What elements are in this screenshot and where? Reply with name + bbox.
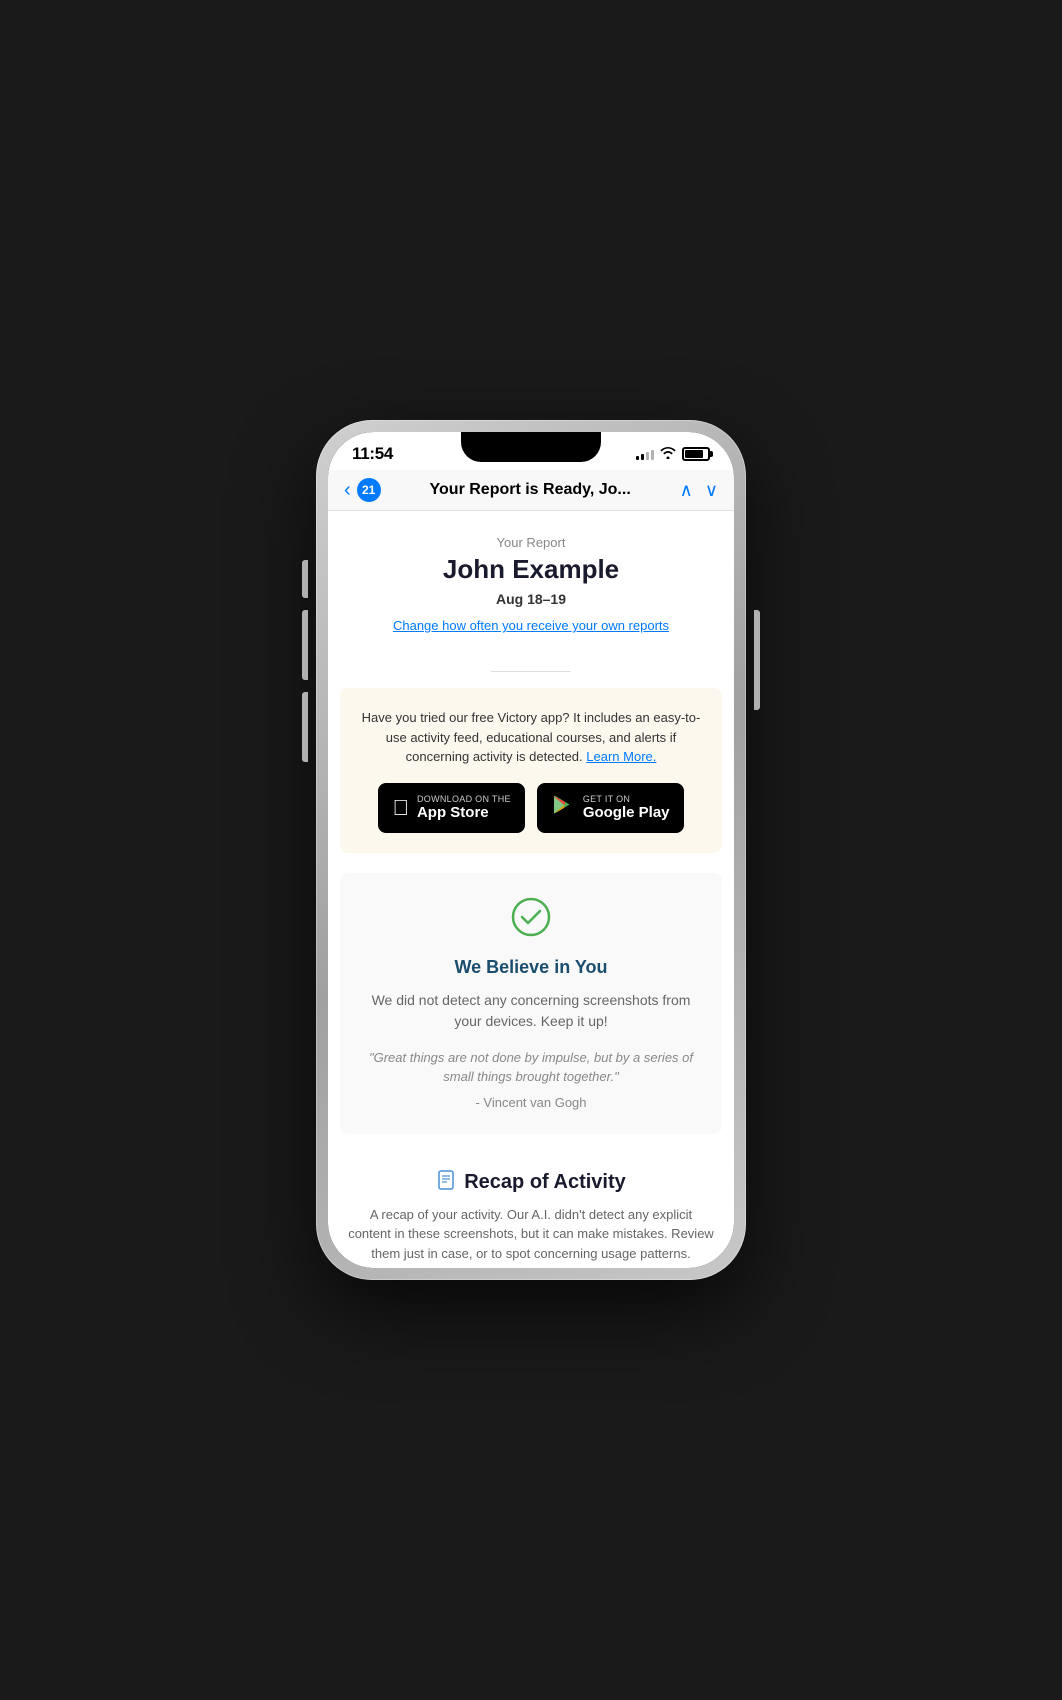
nav-arrows: ∧ ∨ bbox=[680, 480, 718, 501]
apple-icon:  bbox=[392, 795, 409, 821]
google-play-button[interactable]: GET IT ON Google Play bbox=[537, 783, 684, 833]
signal-icon bbox=[636, 448, 654, 460]
google-play-sub-label: GET IT ON bbox=[583, 794, 670, 804]
app-store-sub-label: Download on the bbox=[417, 794, 511, 804]
notch bbox=[461, 432, 601, 462]
status-bar: 11:54 bbox=[328, 432, 734, 470]
recap-icon bbox=[436, 1170, 456, 1195]
mute-button bbox=[302, 560, 308, 598]
learn-more-link[interactable]: Learn More. bbox=[586, 749, 656, 764]
wifi-icon bbox=[660, 447, 676, 462]
store-buttons:  Download on the App Store bbox=[356, 783, 706, 833]
battery-fill bbox=[685, 450, 703, 458]
promo-text: Have you tried our free Victory app? It … bbox=[356, 708, 706, 767]
nav-up-arrow[interactable]: ∧ bbox=[680, 480, 693, 501]
email-content[interactable]: Your Report John Example Aug 18–19 Chang… bbox=[328, 511, 734, 1268]
report-dates: Aug 18–19 bbox=[348, 591, 714, 607]
google-play-text: GET IT ON Google Play bbox=[583, 794, 670, 821]
nav-down-arrow[interactable]: ∨ bbox=[705, 480, 718, 501]
google-play-name: Google Play bbox=[583, 804, 670, 821]
google-play-icon bbox=[551, 793, 575, 823]
report-label: Your Report bbox=[348, 535, 714, 550]
recap-title-text: Recap of Activity bbox=[464, 1171, 626, 1194]
section-divider bbox=[491, 671, 571, 672]
believe-section: We Believe in You We did not detect any … bbox=[340, 873, 722, 1134]
checkmark-icon bbox=[360, 897, 702, 945]
recap-description: A recap of your activity. Our A.I. didn'… bbox=[348, 1205, 714, 1264]
volume-up-button bbox=[302, 610, 308, 680]
power-button bbox=[754, 610, 760, 710]
nav-badge: 21 bbox=[357, 478, 381, 502]
recap-section: Recap of Activity A recap of your activi… bbox=[328, 1154, 734, 1269]
report-name: John Example bbox=[348, 554, 714, 585]
recap-title: Recap of Activity bbox=[348, 1170, 714, 1195]
nav-back-button[interactable]: ‹ 21 bbox=[344, 478, 381, 502]
report-header: Your Report John Example Aug 18–19 Chang… bbox=[328, 511, 734, 655]
app-store-text: Download on the App Store bbox=[417, 794, 511, 821]
phone-frame: 11:54 bbox=[316, 420, 746, 1280]
volume-down-button bbox=[302, 692, 308, 762]
believe-description: We did not detect any concerning screens… bbox=[360, 990, 702, 1032]
change-frequency-link[interactable]: Change how often you receive your own re… bbox=[393, 618, 669, 633]
status-time: 11:54 bbox=[352, 444, 393, 464]
screen-content: 11:54 bbox=[328, 432, 734, 1268]
status-icons bbox=[636, 447, 710, 462]
battery-icon bbox=[682, 447, 710, 461]
app-store-button[interactable]:  Download on the App Store bbox=[378, 783, 524, 833]
believe-quote: "Great things are not done by impulse, b… bbox=[360, 1048, 702, 1087]
nav-title: Your Report is Ready, Jo... bbox=[381, 481, 680, 499]
phone-screen: 11:54 bbox=[328, 432, 734, 1268]
app-store-name: App Store bbox=[417, 804, 511, 821]
believe-title: We Believe in You bbox=[360, 957, 702, 978]
nav-bar: ‹ 21 Your Report is Ready, Jo... ∧ ∨ bbox=[328, 470, 734, 511]
believe-author: - Vincent van Gogh bbox=[360, 1095, 702, 1110]
back-chevron-icon: ‹ bbox=[344, 479, 351, 502]
promo-box: Have you tried our free Victory app? It … bbox=[340, 688, 722, 853]
